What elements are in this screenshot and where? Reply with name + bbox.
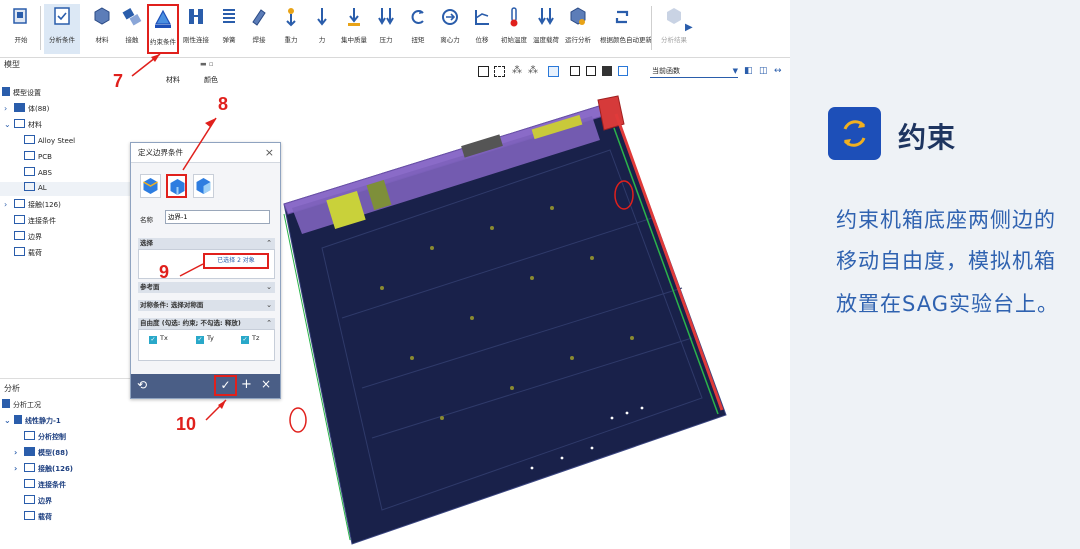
info-panel: 约束 约束机箱底座两侧边的 移动自由度，模拟机箱 放置在SAG实验台上。 xyxy=(790,0,1080,549)
annotation-step-9: 9 xyxy=(159,262,170,282)
info-text-line-1: 约束机箱底座两侧边的 xyxy=(836,208,1056,232)
info-title: 约束 xyxy=(898,121,957,154)
app-window: 开始 分析条件 材料 接触 约束条件 刚性连接 弹簧 焊接 重力 力 集中质量 … xyxy=(0,0,1080,549)
info-text-line-3: 放置在SAG实验台上。 xyxy=(836,292,1059,316)
constraint-cycle-icon xyxy=(828,107,881,160)
annotation-step-8: 8 xyxy=(218,94,229,114)
annotation-step-10: 10 xyxy=(176,414,197,434)
annotation-step-7: 7 xyxy=(113,71,124,91)
info-text-line-2: 移动自由度，模拟机箱 xyxy=(836,249,1056,273)
